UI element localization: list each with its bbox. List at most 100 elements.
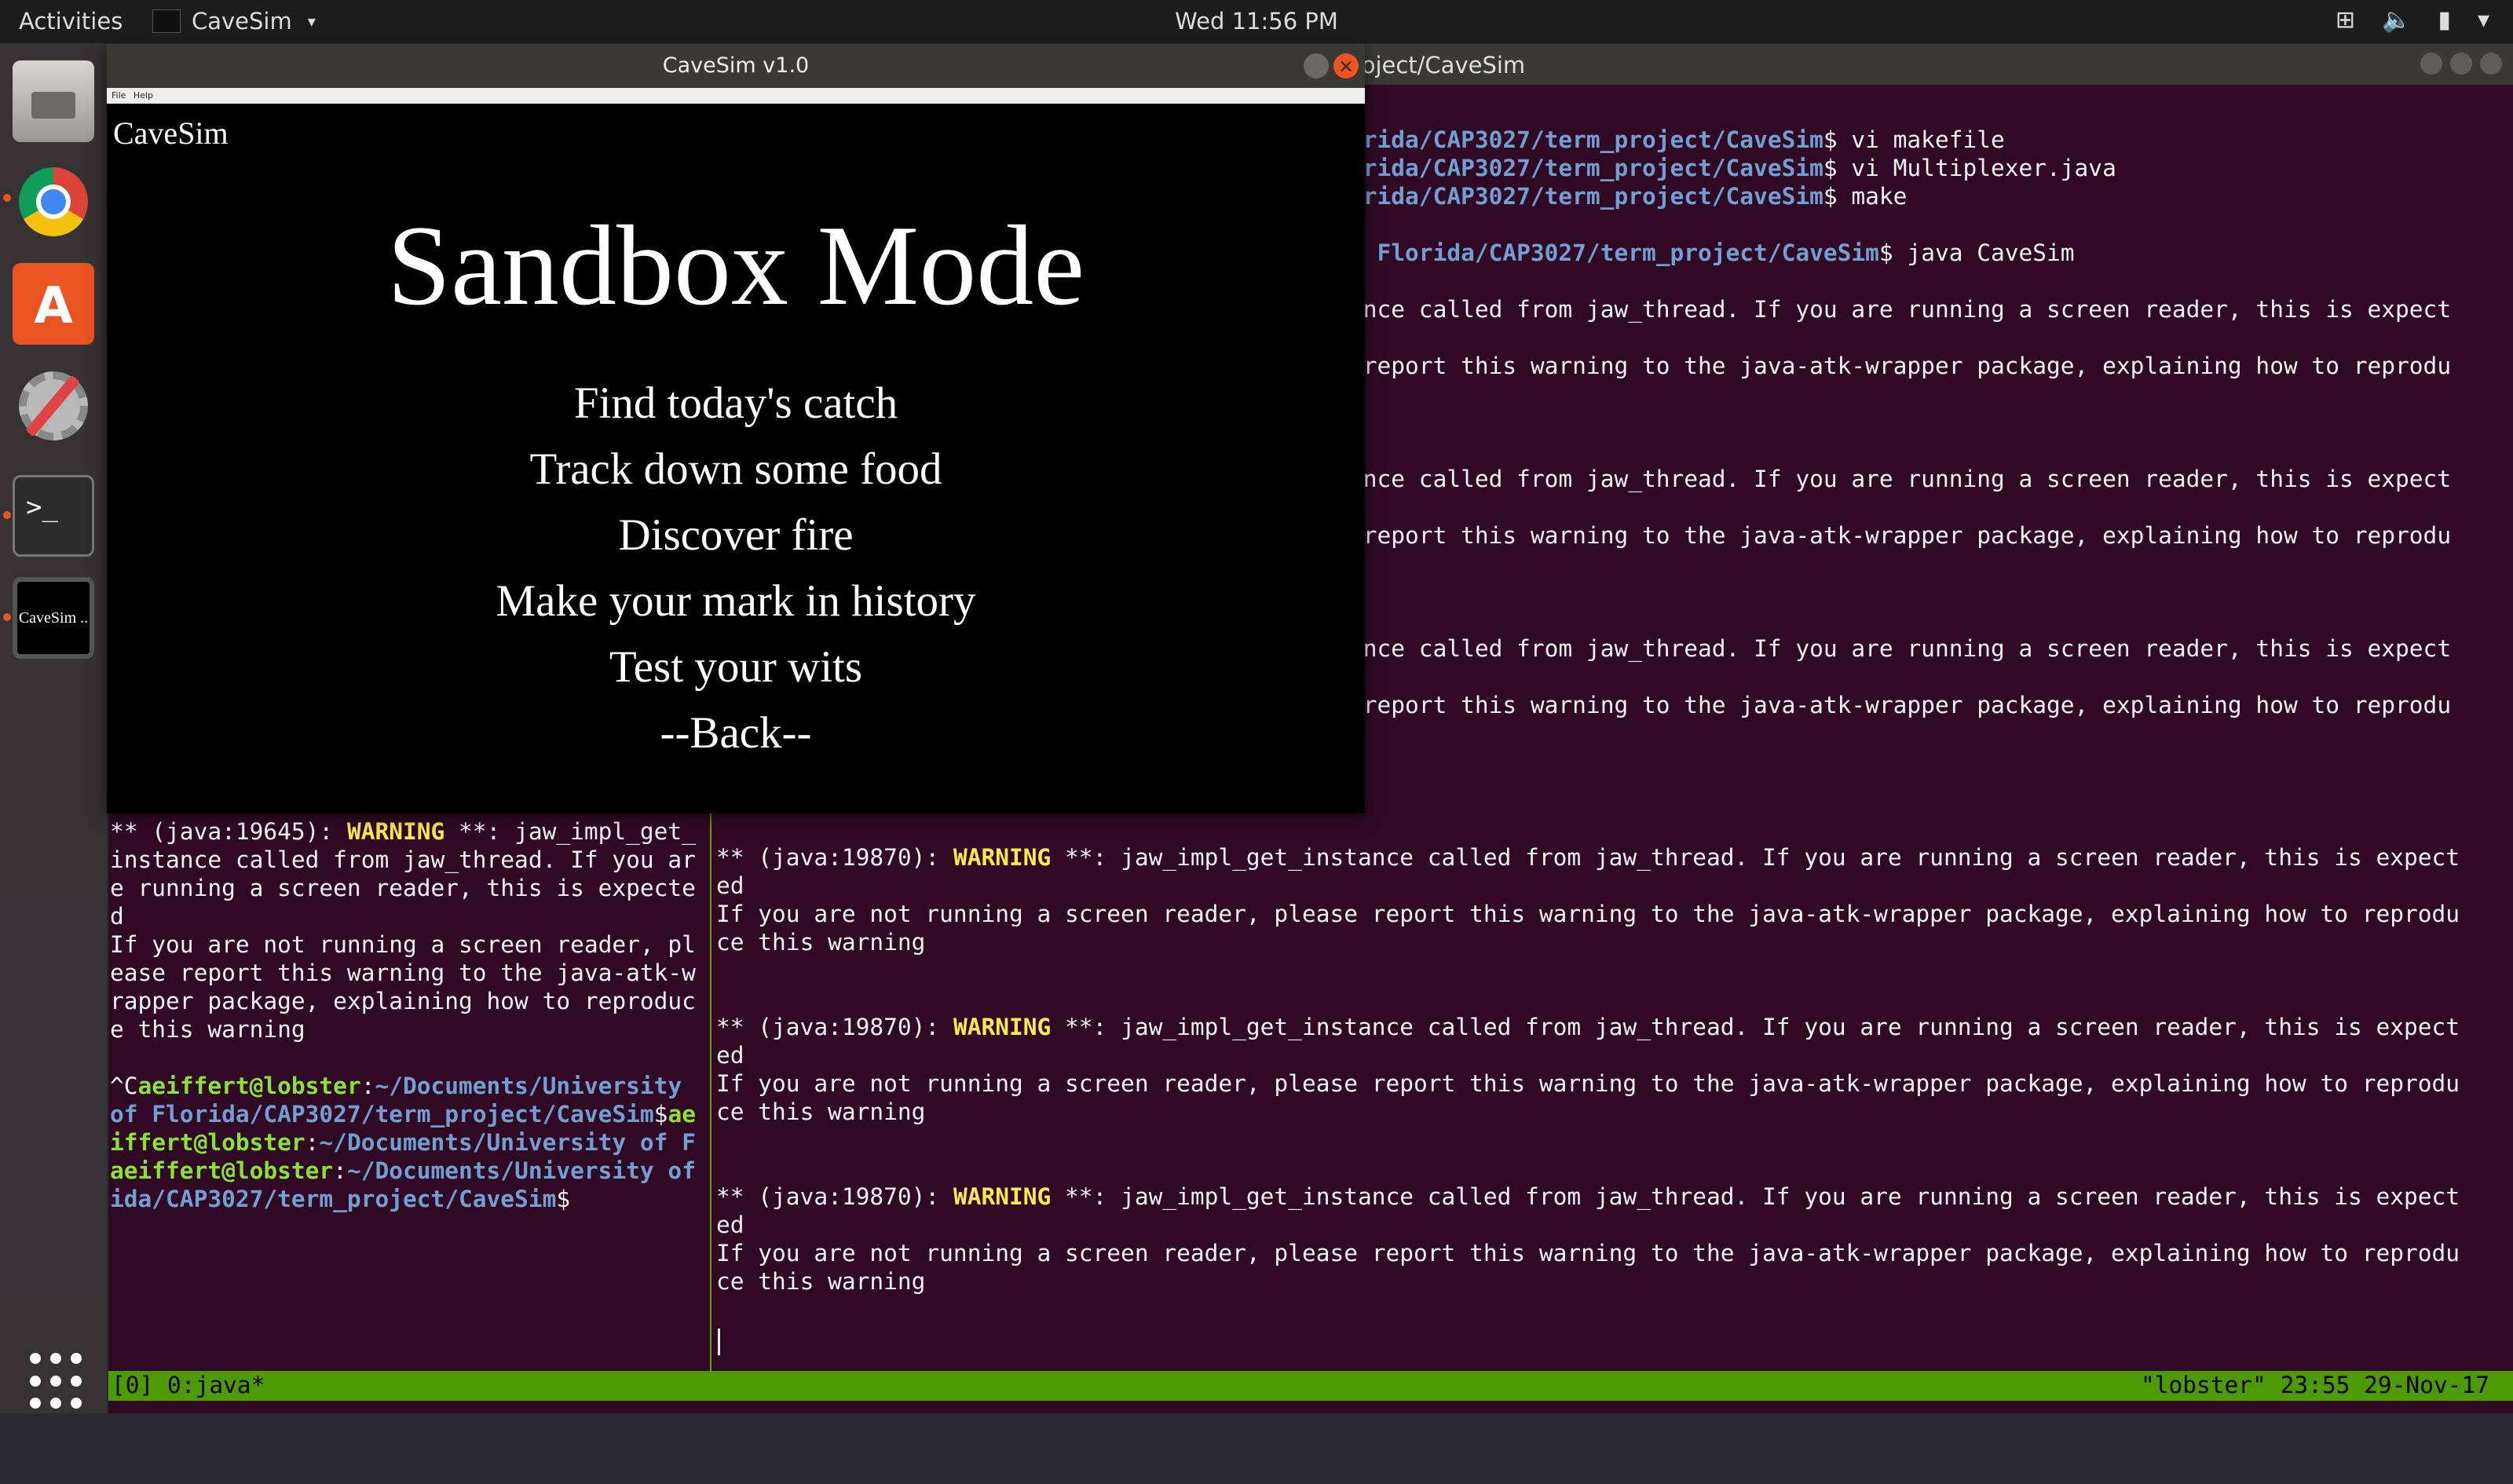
option-find-todays-catch[interactable]: Find today's catch — [107, 371, 1365, 437]
option-make-your-mark[interactable]: Make your mark in history — [107, 568, 1365, 634]
terminal-pane-right-upper[interactable]: orida/CAP3027/term_project/CaveSim$ vi m… — [1349, 126, 2511, 809]
pane-divider[interactable] — [710, 806, 711, 1371]
option-test-your-wits[interactable]: Test your wits — [107, 634, 1365, 700]
terminal-line: ce this warning — [716, 1267, 2513, 1296]
terminal-line: ** (java:19870): WARNING **: jaw_impl_ge… — [716, 1013, 2513, 1041]
terminal-text: report this warning to the java-atk-wrap… — [1349, 692, 2452, 718]
terminal-line: instance called from jaw_thread. If you … — [110, 846, 707, 874]
terminal-text: ce this warning — [716, 929, 926, 956]
terminal-text: report this warning to the java-atk-wrap… — [1349, 522, 2452, 549]
page-title: Sandbox Mode — [386, 202, 1085, 329]
volume-icon[interactable]: 🔈 — [2382, 6, 2411, 34]
warning-text: WARNING — [953, 1183, 1052, 1210]
show-applications-button[interactable] — [13, 1331, 94, 1413]
terminal-line: ce this warning — [716, 928, 2513, 956]
terminal-text: ^C — [110, 1073, 138, 1099]
terminal-line: report this warning to the java-atk-wrap… — [1349, 521, 2511, 550]
terminal-text: If you are not running a screen reader, … — [716, 901, 2460, 927]
terminal-line: of Florida/CAP3027/term_project/CaveSim$… — [110, 1100, 707, 1128]
terminal-line: f Florida/CAP3027/term_project/CaveSim$ … — [1349, 239, 2511, 267]
terminal-text: **: jaw_impl_get_ — [444, 818, 696, 845]
prompt-text: ~/Documents/University — [375, 1073, 682, 1099]
terminal-text: ance called from jaw_thread. If you are … — [1349, 466, 2452, 492]
terminal-line: ance called from jaw_thread. If you are … — [1349, 465, 2511, 493]
warning-text: WARNING — [953, 1014, 1052, 1040]
menu-caret-icon[interactable]: ▾ — [2478, 6, 2489, 34]
terminal-line: d — [110, 902, 707, 930]
terminal-line: orida/CAP3027/term_project/CaveSim$ vi m… — [1349, 126, 2511, 154]
cavesim-titlebar[interactable]: CaveSim v1.0 × — [107, 44, 1365, 88]
terminal-text: e running a screen reader, this is expec… — [110, 875, 696, 901]
option-track-down-food[interactable]: Track down some food — [107, 437, 1365, 503]
cavesim-menubar: File Help — [107, 88, 1365, 104]
terminal-text: If you are not running a screen reader, … — [110, 931, 696, 958]
chrome-launcher[interactable] — [13, 161, 94, 243]
terminal-text: report this warning to the java-atk-wrap… — [1349, 353, 2452, 379]
menu-help[interactable]: Help — [134, 90, 153, 101]
terminal-text: instance called from jaw_thread. If you … — [110, 846, 696, 873]
terminal-line: ** (java:19870): WARNING **: jaw_impl_ge… — [716, 843, 2513, 872]
system-tray[interactable]: ⊞ 🔈 ▮ ▾ — [2336, 6, 2489, 34]
terminal-text: rapper package, explaining how to reprod… — [110, 988, 696, 1014]
terminal-line: If you are not running a screen reader, … — [716, 1239, 2513, 1267]
terminal-text: **: jaw_impl_get_instance called from ja… — [1051, 1183, 2460, 1210]
terminal-text: ed — [716, 1042, 744, 1069]
cavesim-window[interactable]: CaveSim v1.0 × File Help CaveSim Sandbox… — [107, 44, 1365, 813]
minimize-button[interactable] — [2420, 53, 2442, 75]
prompt-text: of Florida/CAP3027/term_project/CaveSim — [110, 1101, 654, 1128]
settings-launcher[interactable] — [13, 365, 94, 447]
option-discover-fire[interactable]: Discover fire — [107, 503, 1365, 568]
cavesim-game-canvas[interactable]: CaveSim Sandbox Mode Find today's catch … — [107, 104, 1365, 813]
terminal-pane-right[interactable]: ** (java:19870): WARNING **: jaw_impl_ge… — [716, 843, 2513, 1369]
terminal-text: ** (java:19870): — [716, 1183, 953, 1210]
network-icon[interactable]: ⊞ — [2336, 6, 2355, 34]
terminal-line: ance called from jaw_thread. If you are … — [1349, 295, 2511, 323]
running-indicator — [3, 194, 11, 202]
close-button[interactable]: × — [1333, 53, 1359, 79]
maximize-button[interactable] — [2450, 53, 2472, 75]
software-store-launcher[interactable]: A — [13, 263, 94, 345]
running-indicator — [3, 511, 11, 519]
grid-dot — [71, 1398, 82, 1409]
cavesim-launcher[interactable]: CaveSim .. — [13, 577, 94, 659]
terminal-line: iffert@lobster:~/Documents/University of… — [110, 1128, 707, 1157]
tmux-window-list[interactable]: [0] 0:java* — [112, 1371, 265, 1399]
text-cursor — [718, 1329, 720, 1355]
terminal-line: ce this warning — [716, 1098, 2513, 1126]
terminal-text: If you are not running a screen reader, … — [716, 1240, 2460, 1267]
terminal-text: e this warning — [110, 1016, 305, 1043]
clock[interactable]: Wed 11:56 PM — [0, 8, 2513, 35]
dock: A >_ CaveSim .. — [0, 43, 107, 1413]
battery-icon[interactable]: ▮ — [2438, 6, 2451, 34]
prompt-text: f Florida/CAP3027/term_project/CaveSim — [1349, 239, 1879, 266]
grid-dot — [71, 1353, 82, 1364]
terminal-launcher[interactable]: >_ — [13, 475, 94, 557]
minimize-button[interactable] — [1304, 53, 1329, 79]
terminal-line: orida/CAP3027/term_project/CaveSim$ make — [1349, 182, 2511, 210]
terminal-line: ance called from jaw_thread. If you are … — [1349, 634, 2511, 663]
terminal-pane-left[interactable]: ** (java:19645): WARNING **: jaw_impl_ge… — [110, 817, 707, 1367]
terminal-text: ** (java:19870): — [716, 1014, 953, 1040]
terminal-line: ida/CAP3027/term_project/CaveSim$ — [110, 1185, 707, 1213]
close-button[interactable] — [2480, 53, 2502, 75]
terminal-text: ed — [716, 872, 744, 899]
prompt-text: ~/Documents/University of F — [319, 1129, 696, 1156]
back-button[interactable]: --Back-- — [107, 700, 1365, 766]
warning-text: WARNING — [953, 844, 1052, 871]
terminal-line: ease report this warning to the java-atk… — [110, 959, 707, 987]
terminal-line: ^Caeiffert@lobster:~/Documents/Universit… — [110, 1072, 707, 1100]
terminal-line: ed — [716, 1041, 2513, 1069]
files-launcher[interactable] — [13, 60, 94, 142]
menu-file[interactable]: File — [112, 90, 126, 101]
terminal-text: ed — [716, 1212, 744, 1238]
terminal-line: If you are not running a screen reader, … — [110, 930, 707, 959]
